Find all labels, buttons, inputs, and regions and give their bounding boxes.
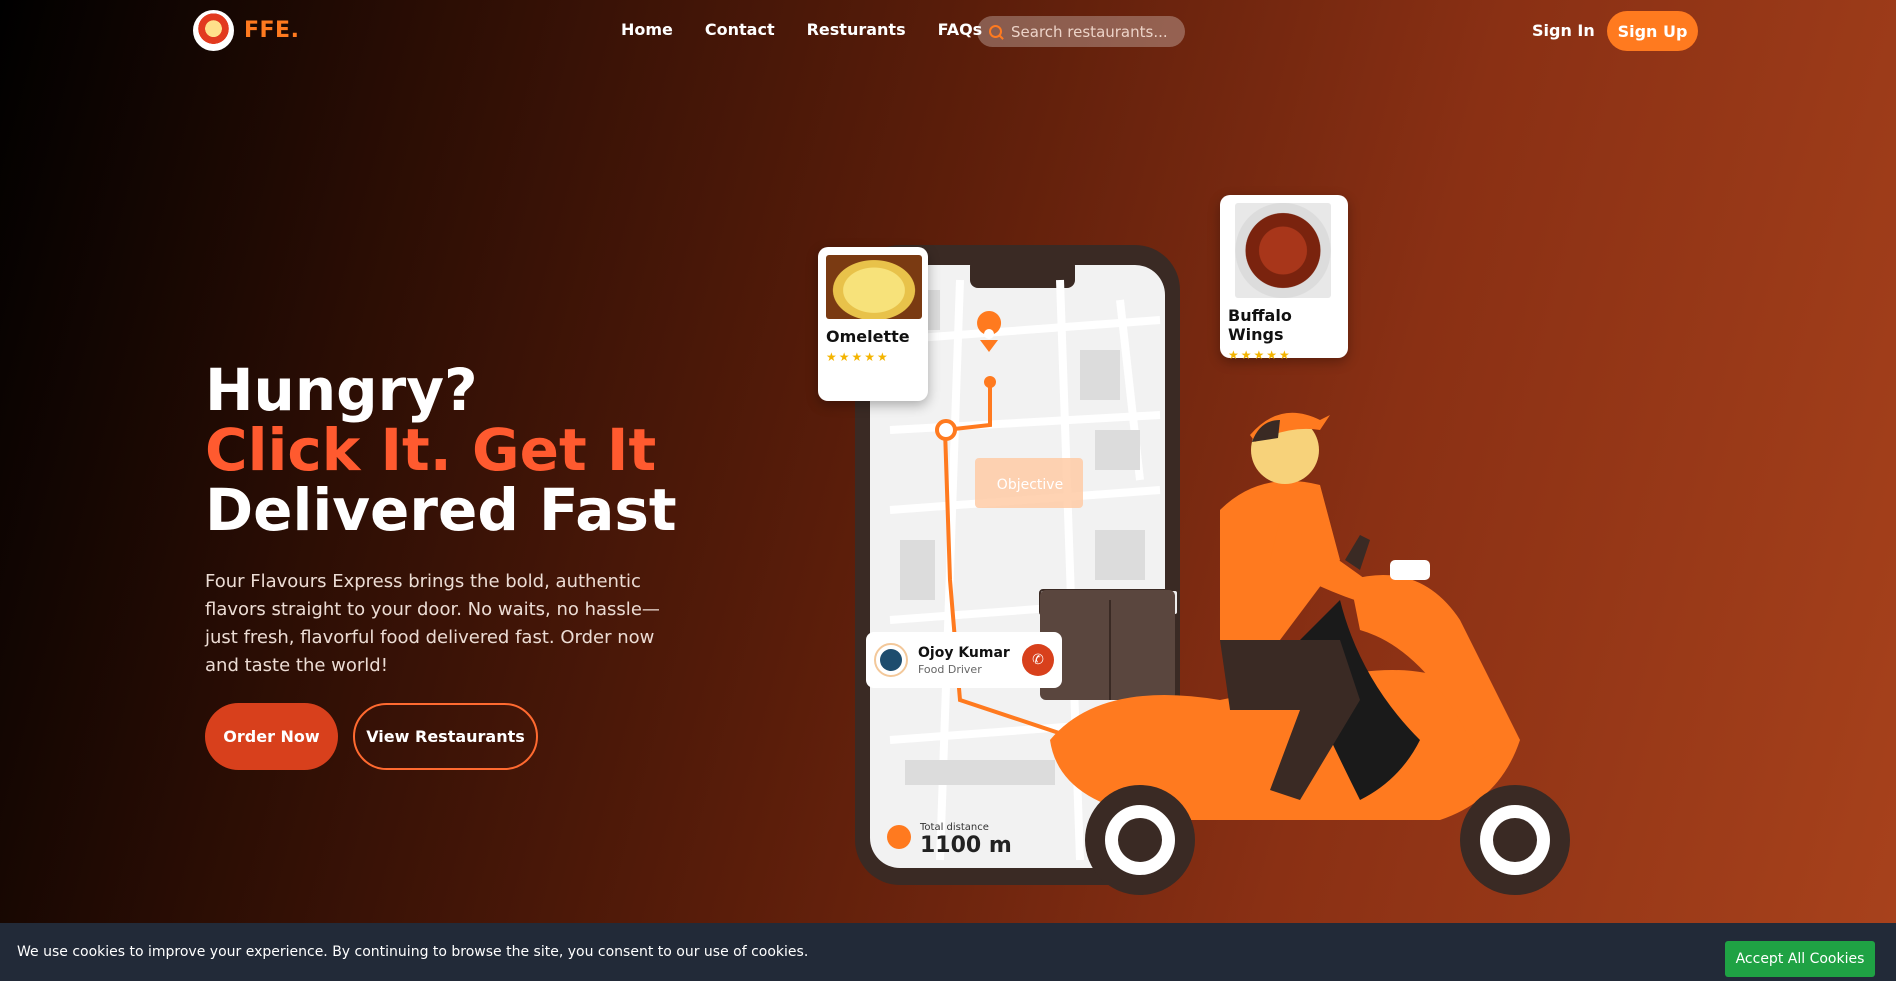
driver-name: Ojoy Kumar [918, 644, 1010, 661]
distance-value: 1100 m [920, 833, 1012, 858]
order-now-button[interactable]: Order Now [205, 703, 338, 770]
flag-icon [887, 825, 911, 849]
driver-avatar [874, 643, 908, 677]
nav-link-faqs[interactable]: FAQs [938, 20, 983, 39]
food-card-buffalo-wings[interactable]: Buffalo Wings ★★★★★ [1220, 195, 1348, 362]
search-box [977, 16, 1185, 47]
delivery-illustration: Objective Total distance 1100 m Omelette… [800, 180, 1620, 920]
nav-link-restaurants[interactable]: Resturants [807, 20, 906, 39]
food-card-name: Omelette [826, 327, 910, 346]
headlight [1390, 560, 1430, 580]
hero-title-line1: Hungry? [205, 356, 478, 424]
driver-card: Ojoy Kumar Food Driver ✆ [866, 632, 1062, 688]
accept-cookies-button[interactable]: Accept All Cookies [1725, 941, 1875, 977]
wings-image [1235, 203, 1331, 298]
omelette-image [826, 255, 922, 319]
nav-link-contact[interactable]: Contact [705, 20, 775, 39]
route-point [984, 376, 996, 388]
food-card-name: Buffalo Wings [1228, 306, 1292, 344]
phone-icon[interactable]: ✆ [1022, 644, 1054, 676]
brand-logo[interactable]: FFE. [193, 10, 299, 51]
cookie-banner: We use cookies to improve your experienc… [0, 923, 1896, 981]
brand-name: FFE. [244, 18, 300, 43]
search-icon [989, 24, 1003, 39]
mirror [1345, 535, 1370, 570]
nav-link-home[interactable]: Home [621, 20, 673, 39]
top-navigation: FFE. Home Contact Resturants FAQs Sign I… [0, 0, 1896, 62]
cookie-message: We use cookies to improve your experienc… [17, 944, 809, 960]
distance-label: Total distance [919, 822, 989, 833]
hero-description: Four Flavours Express brings the bold, a… [205, 571, 660, 676]
logo-badge-icon [193, 10, 234, 51]
sign-up-button[interactable]: Sign Up [1607, 11, 1698, 51]
objective-label: Objective [997, 477, 1063, 493]
hero-title-accent: Click It. Get It [205, 416, 657, 484]
route-start [935, 419, 957, 441]
search-input[interactable] [1011, 22, 1171, 41]
sign-in-link[interactable]: Sign In [1532, 21, 1595, 40]
star-rating: ★★★★★ [826, 350, 890, 364]
driver-role: Food Driver [918, 662, 982, 676]
star-rating: ★★★★★ [1228, 348, 1292, 362]
view-restaurants-button[interactable]: View Restaurants [353, 703, 538, 770]
food-card-omelette[interactable]: Omelette ★★★★★ [818, 247, 928, 401]
hero-title-line3: Delivered Fast [205, 476, 677, 544]
hero-title: Hungry? Click It. Get It Delivered Fast [205, 360, 677, 540]
main-menu: Home Contact Resturants FAQs [621, 20, 982, 39]
